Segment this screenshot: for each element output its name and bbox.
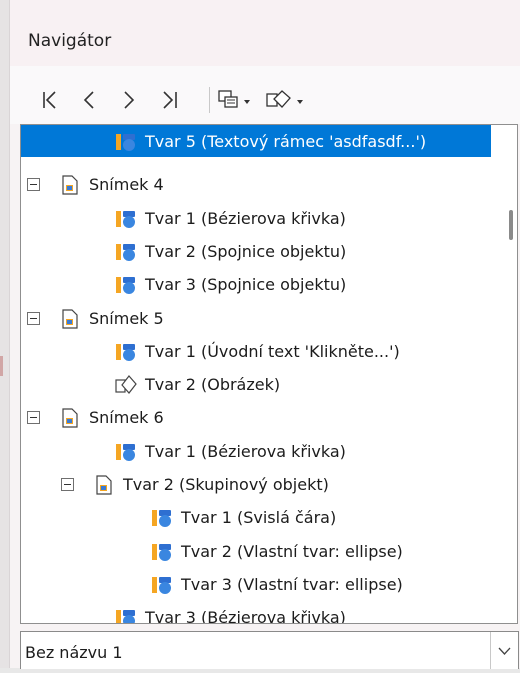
drag-mode-button[interactable] [216, 86, 256, 114]
tree-row-label: Tvar 3 (Vlastní tvar: ellipse) [181, 574, 403, 594]
shape-icon [116, 443, 135, 461]
shape-icon [116, 210, 135, 228]
tree-row[interactable]: Tvar 1 (Bézierova křivka) [21, 435, 491, 468]
tree-row[interactable]: Tvar 1 (Svislá čára) [21, 501, 491, 534]
next-button[interactable] [116, 86, 140, 114]
tree-row-label: Tvar 3 (Bézierova křivka) [145, 608, 346, 624]
tree-row[interactable]: Tvar 1 (Bézierova křivka) [21, 202, 491, 235]
shape-icon [152, 510, 171, 528]
document-edge [0, 0, 9, 668]
document-select-dropdown[interactable] [490, 632, 518, 669]
tree-row[interactable]: Snímek 6 [21, 401, 491, 434]
panel-title: Navigátor [28, 31, 112, 51]
tree-row[interactable]: Tvar 3 (Vlastní tvar: ellipse) [21, 568, 491, 601]
slide-icon [62, 408, 78, 428]
drag-mode-icon [218, 90, 250, 108]
slide-icon [62, 175, 78, 195]
tree-row[interactable]: Tvar 1 (Úvodní text 'Klikněte...') [21, 335, 491, 368]
next-icon [124, 91, 135, 109]
tree-row-label: Tvar 1 (Bézierova křivka) [145, 441, 346, 461]
document-select[interactable]: Bez názvu 1 [20, 631, 519, 669]
tree-row[interactable]: Tvar 2 (Obrázek) [21, 368, 491, 401]
shape-filter-button[interactable] [265, 86, 311, 114]
tree-scrollbar-thumb[interactable] [509, 210, 513, 240]
group-icon [96, 475, 112, 495]
collapse-toggle[interactable] [27, 178, 40, 192]
tree-row-label: Tvar 5 (Textový rámec 'asdfasdf...') [145, 132, 427, 151]
document-select-value: Bez názvu 1 [25, 643, 123, 662]
navigator-tree[interactable]: Tvar 5 (Textový rámec 'asdfasdf...') Sním… [20, 124, 518, 624]
tree-row-label: Snímek 4 [89, 175, 164, 195]
first-button[interactable] [38, 86, 64, 114]
tree-row[interactable]: Tvar 3 (Spojnice objektu) [21, 268, 491, 301]
tree-row-selected[interactable]: Tvar 5 (Textový rámec 'asdfasdf...') [21, 125, 491, 157]
tree-row-label: Snímek 5 [89, 308, 164, 328]
tree-row-label: Tvar 2 (Vlastní tvar: ellipse) [181, 541, 403, 561]
slide-icon [62, 308, 78, 329]
edge-marker [0, 356, 3, 376]
tree-row[interactable]: Tvar 2 (Spojnice objektu) [21, 235, 491, 268]
navigation-toolbar [10, 66, 520, 124]
navigator-panel: Navigátor Tvar 5 (Textový rámec 'asdfasd… [9, 0, 520, 669]
tree-row-label: Tvar 3 (Spojnice objektu) [145, 275, 347, 295]
collapse-toggle[interactable] [27, 311, 40, 325]
shape-icon [116, 343, 135, 361]
image-icon [115, 375, 137, 395]
tree-row[interactable]: Snímek 4 [21, 168, 491, 201]
shape-icon [116, 243, 135, 261]
tree-row-label: Tvar 1 (Svislá čára) [181, 508, 337, 528]
first-icon [43, 91, 56, 109]
tree-row-label: Tvar 2 (Spojnice objektu) [145, 241, 347, 261]
shape-icon [116, 277, 135, 295]
chevron-down-icon [498, 647, 511, 655]
tree-row-label: Tvar 1 (Bézierova křivka) [145, 208, 346, 228]
tree-row-label: Tvar 2 (Skupinový objekt) [123, 475, 329, 494]
shape-icon [116, 134, 135, 151]
tree-row-label: Snímek 6 [89, 408, 164, 428]
shape-icon [152, 543, 171, 561]
last-icon [163, 91, 177, 109]
tree-row-label: Tvar 2 (Obrázek) [145, 375, 281, 395]
previous-button[interactable] [78, 86, 102, 114]
collapse-toggle[interactable] [61, 478, 74, 491]
tree-row[interactable]: Tvar 2 (Skupinový objekt) [21, 468, 491, 501]
title-bar: Navigátor [10, 0, 520, 66]
previous-icon [83, 91, 94, 109]
shape-icon [152, 576, 171, 594]
tree-row[interactable]: Tvar 3 (Bézierova křivka) [21, 601, 491, 624]
shape-filter-icon [266, 90, 303, 108]
last-button[interactable] [156, 86, 182, 114]
tree-row[interactable]: Tvar 2 (Vlastní tvar: ellipse) [21, 535, 491, 568]
tree-row[interactable]: Snímek 5 [21, 302, 491, 335]
toolbar-separator [209, 87, 210, 113]
collapse-toggle[interactable] [27, 411, 40, 425]
tree-row-label: Tvar 1 (Úvodní text 'Klikněte...') [145, 341, 400, 361]
shape-icon [116, 610, 135, 623]
